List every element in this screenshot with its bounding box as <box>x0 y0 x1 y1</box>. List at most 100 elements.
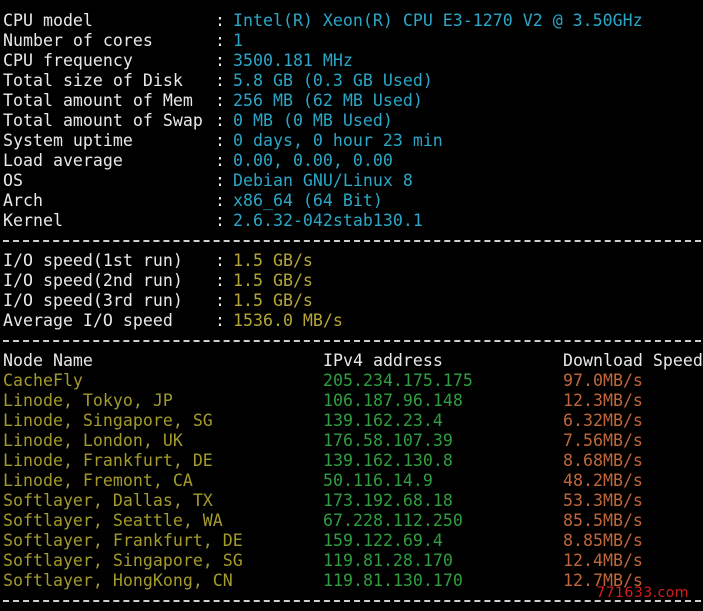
info-label: OS <box>3 171 23 190</box>
network-row: Linode, Frankfurt, DE 139.162.130.8 8.68MB… <box>3 451 703 471</box>
separator: : <box>215 11 225 30</box>
ipv4-address: 139.162.23.4 <box>323 411 443 430</box>
separator: : <box>215 271 225 290</box>
network-row: Softlayer, Singapore, SG 119.81.28.170 12.… <box>3 551 703 571</box>
download-speed: 7.56MB/s <box>563 431 643 450</box>
info-value: Debian GNU/Linux 8 <box>233 171 413 190</box>
info-value: 2.6.32-042stab130.1 <box>233 211 423 230</box>
info-value: 256 MB (62 MB Used) <box>233 91 423 110</box>
io-value: 1.5 GB/s <box>233 291 313 310</box>
system-info-row: System uptime:0 days, 0 hour 23 min <box>3 131 703 151</box>
info-value: 0 days, 0 hour 23 min <box>233 131 443 150</box>
node-name: Linode, Tokyo, JP <box>3 391 173 410</box>
separator: : <box>215 171 225 190</box>
system-info-row: OS: Debian GNU/Linux 8 <box>3 171 703 191</box>
info-value: 3500.181 MHz <box>233 51 353 70</box>
separator: : <box>215 211 225 230</box>
download-speed: 8.68MB/s <box>563 451 643 470</box>
separator: : <box>215 151 225 170</box>
network-row: Softlayer, Seattle, WA 67.228.112.250 85.5… <box>3 511 703 531</box>
info-value: 0 MB (0 MB Used) <box>233 111 393 130</box>
ipv4-address: 50.116.14.9 <box>323 471 433 490</box>
info-label: Total amount of Swap <box>3 111 203 130</box>
network-row: Linode, London, UK 176.58.107.39 7.56MB/s <box>3 431 703 451</box>
io-label: I/O speed(3rd run) <box>3 291 183 310</box>
info-value: 0.00, 0.00, 0.00 <box>233 151 393 170</box>
separator: : <box>215 91 225 110</box>
node-name: CacheFly <box>3 371 83 390</box>
download-speed: 85.5MB/s <box>563 511 643 530</box>
node-name: Linode, Singapore, SG <box>3 411 213 430</box>
io-row: I/O speed(2nd run):1.5 GB/s <box>3 271 703 291</box>
header-ipv4-address: IPv4 address <box>323 351 443 370</box>
info-value: 1 <box>233 31 243 50</box>
separator: : <box>215 51 225 70</box>
network-header-row: Node Name IPv4 address Download Speed <box>3 351 703 371</box>
node-name: Softlayer, HongKong, CN <box>3 571 233 590</box>
system-info-row: CPU frequency:3500.181 MHz <box>3 51 703 71</box>
info-label: Number of cores <box>3 31 153 50</box>
info-value: Intel(R) Xeon(R) CPU E3-1270 V2 @ 3.50GH… <box>233 11 643 30</box>
watermark-text: 771633.com <box>596 585 689 601</box>
separator: : <box>215 131 225 150</box>
header-download-speed: Download Speed <box>563 351 703 370</box>
ipv4-address: 173.192.68.18 <box>323 491 453 510</box>
ipv4-address: 119.81.28.170 <box>323 551 453 570</box>
separator: : <box>215 291 225 310</box>
network-row: Softlayer, Dallas, TX 173.192.68.18 53.3MB… <box>3 491 703 511</box>
separator: : <box>215 71 225 90</box>
dashed-divider <box>3 231 703 251</box>
ipv4-address: 205.234.175.175 <box>323 371 473 390</box>
info-value: 5.8 GB (0.3 GB Used) <box>233 71 433 90</box>
io-label: I/O speed(1st run) <box>3 251 183 270</box>
download-speed: 12.3MB/s <box>563 391 643 410</box>
system-info-row: Total amount of Mem:256 MB (62 MB Used) <box>3 91 703 111</box>
download-speed: 8.85MB/s <box>563 531 643 550</box>
separator: : <box>215 311 225 330</box>
dashed-divider <box>3 331 703 351</box>
node-name: Softlayer, Singapore, SG <box>3 551 243 570</box>
download-speed: 48.2MB/s <box>563 471 643 490</box>
info-label: Kernel <box>3 211 63 230</box>
ipv4-address: 159.122.69.4 <box>323 531 443 550</box>
io-value: 1536.0 MB/s <box>233 311 343 330</box>
network-row: Linode, Tokyo, JP 106.187.96.148 12.3MB/s <box>3 391 703 411</box>
node-name: Linode, Frankfurt, DE <box>3 451 213 470</box>
network-row: Softlayer, Frankfurt, DE 159.122.69.4 8.85… <box>3 531 703 551</box>
separator: : <box>215 31 225 50</box>
separator: : <box>215 191 225 210</box>
info-label: System uptime <box>3 131 133 150</box>
download-speed: 53.3MB/s <box>563 491 643 510</box>
node-name: Softlayer, Frankfurt, DE <box>3 531 243 550</box>
header-node-name: Node Name <box>3 351 93 370</box>
separator: : <box>215 251 225 270</box>
system-info-row: Total size of Disk:5.8 GB (0.3 GB Used) <box>3 71 703 91</box>
ipv4-address: 139.162.130.8 <box>323 451 453 470</box>
info-label: Load average <box>3 151 123 170</box>
system-info-row: Arch: x86_64 (64 Bit) <box>3 191 703 211</box>
terminal-output: CPU model: Intel(R) Xeon(R) CPU E3-1270 V… <box>3 11 703 611</box>
node-name: Linode, London, UK <box>3 431 183 450</box>
ipv4-address: 67.228.112.250 <box>323 511 463 530</box>
node-name: Linode, Fremont, CA <box>3 471 193 490</box>
info-label: CPU model <box>3 11 93 30</box>
system-info-row: Number of cores:1 <box>3 31 703 51</box>
download-speed: 12.4MB/s <box>563 551 643 570</box>
info-label: CPU frequency <box>3 51 133 70</box>
info-label: Arch <box>3 191 43 210</box>
network-row: Linode, Fremont, CA 50.116.14.9 48.2MB/s <box>3 471 703 491</box>
io-row: Average I/O speed:1536.0 MB/s <box>3 311 703 331</box>
node-name: Softlayer, Dallas, TX <box>3 491 213 510</box>
info-label: Total amount of Mem <box>3 91 193 110</box>
separator: : <box>215 111 225 130</box>
ipv4-address: 176.58.107.39 <box>323 431 453 450</box>
io-row: I/O speed(1st run):1.5 GB/s <box>3 251 703 271</box>
info-value: x86_64 (64 Bit) <box>233 191 383 210</box>
system-info-row: Total amount of Swap:0 MB (0 MB Used) <box>3 111 703 131</box>
system-info-row: Kernel:2.6.32-042stab130.1 <box>3 211 703 231</box>
download-speed: 97.0MB/s <box>563 371 643 390</box>
ipv4-address: 106.187.96.148 <box>323 391 463 410</box>
info-label: Total size of Disk <box>3 71 183 90</box>
system-info-row: CPU model: Intel(R) Xeon(R) CPU E3-1270 V… <box>3 11 703 31</box>
io-label: Average I/O speed <box>3 311 173 330</box>
